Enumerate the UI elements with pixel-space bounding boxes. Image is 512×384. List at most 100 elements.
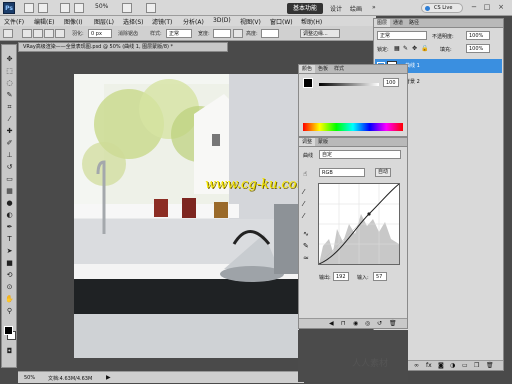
eyedropper-black-icon[interactable]: ⁄ — [303, 188, 304, 196]
menu-view[interactable]: 视图(V) — [240, 17, 261, 26]
group-icon[interactable]: ▭ — [462, 362, 468, 369]
blend-mode-select[interactable]: 正常 — [377, 31, 427, 40]
return-to-list-icon[interactable]: ◀ — [329, 320, 334, 327]
shape-tool-icon[interactable]: ■ — [5, 259, 14, 268]
output-input[interactable]: 192 — [333, 272, 349, 281]
lock-transparent-icon[interactable]: ▦ — [394, 45, 400, 52]
feather-input[interactable]: 0 px — [88, 29, 112, 38]
lasso-tool-icon[interactable]: ◌ — [5, 79, 14, 88]
zoom-tool-icon-left[interactable]: ⚲ — [5, 307, 14, 316]
menu-help[interactable]: 帮助(H) — [301, 17, 322, 26]
workspace-essentials-button[interactable]: 基本功能 — [287, 3, 323, 14]
add-selection-icon[interactable] — [33, 29, 43, 38]
tab-adjustments[interactable]: 调整 — [299, 138, 316, 146]
link-layers-icon[interactable]: ∞ — [414, 362, 419, 369]
3d-rotate-tool-icon[interactable]: ⟲ — [5, 271, 14, 280]
zoom-tool-icon[interactable] — [74, 3, 84, 13]
color-spectrum[interactable] — [303, 123, 403, 131]
eraser-tool-icon[interactable]: ▭ — [5, 175, 14, 184]
zoom-level[interactable]: 50% — [95, 3, 108, 10]
tab-channels[interactable]: 通道 — [390, 19, 406, 27]
refine-edge-button[interactable]: 调整边缘... — [300, 29, 340, 38]
cs-live-button[interactable]: CS Live — [421, 3, 463, 13]
reset-icon[interactable]: ↺ — [377, 320, 382, 327]
tab-paths[interactable]: 路径 — [406, 19, 422, 27]
tab-swatches[interactable]: 色板 — [315, 65, 331, 73]
on-image-adjust-icon[interactable]: ☝ — [303, 170, 307, 178]
curves-preset-select[interactable]: 自定 — [319, 150, 401, 159]
auto-button[interactable]: 自动 — [375, 168, 392, 177]
clip-layer-icon[interactable]: ⊓ — [341, 320, 346, 327]
layer-style-icon[interactable]: fx — [426, 362, 432, 369]
input-input[interactable]: 57 — [373, 272, 387, 281]
hand-icon[interactable] — [60, 3, 70, 13]
foreground-color-swatch[interactable] — [4, 326, 13, 335]
screen-mode-icon[interactable] — [146, 3, 156, 13]
workspace-more[interactable]: » — [372, 4, 376, 11]
3d-orbit-tool-icon[interactable]: ⊙ — [5, 283, 14, 292]
add-mask-icon[interactable]: ◙ — [438, 362, 444, 369]
healing-brush-tool-icon[interactable]: ✚ — [5, 127, 14, 136]
tab-styles[interactable]: 样式 — [331, 65, 347, 73]
minimize-icon[interactable]: − — [469, 2, 479, 12]
dodge-tool-icon[interactable]: ◐ — [5, 211, 14, 220]
close-icon[interactable]: × — [496, 2, 506, 12]
pen-tool-icon[interactable]: ✒ — [5, 223, 14, 232]
minibridge-icon[interactable] — [38, 3, 48, 13]
clone-stamp-tool-icon[interactable]: ⊥ — [5, 151, 14, 160]
menu-analysis[interactable]: 分析(A) — [183, 17, 204, 26]
style-select[interactable]: 正常 — [166, 29, 192, 38]
path-selection-tool-icon[interactable]: ➤ — [5, 247, 14, 256]
width-input[interactable] — [213, 29, 231, 38]
color-value-input[interactable]: 100 — [383, 78, 399, 87]
gradient-tool-icon[interactable]: ▦ — [5, 187, 14, 196]
document-canvas[interactable] — [74, 74, 299, 358]
marquee-tool-icon[interactable]: ⬚ — [5, 67, 14, 76]
channel-select[interactable]: RGB — [319, 168, 365, 177]
menu-3d[interactable]: 3D(D) — [213, 17, 231, 24]
height-input[interactable] — [261, 29, 279, 38]
tool-preset-icon[interactable] — [3, 29, 13, 38]
menu-select[interactable]: 选择(S) — [123, 17, 144, 26]
lock-pixels-icon[interactable]: ✎ — [403, 45, 408, 52]
intersect-selection-icon[interactable] — [55, 29, 65, 38]
status-menu-arrow-icon[interactable]: ▶ — [106, 374, 111, 381]
tab-color[interactable]: 颜色 — [299, 65, 316, 73]
type-tool-icon[interactable]: T — [5, 235, 14, 244]
brush-tool-icon[interactable]: ✐ — [5, 139, 14, 148]
pencil-curve-icon[interactable]: ✎ — [303, 242, 309, 250]
new-selection-icon[interactable] — [22, 29, 32, 38]
hand-tool-icon[interactable]: ✋ — [5, 295, 14, 304]
menu-edit[interactable]: 编辑(E) — [34, 17, 54, 26]
lock-position-icon[interactable]: ✥ — [412, 45, 417, 52]
smooth-curve-icon[interactable]: ≈ — [303, 254, 309, 262]
opacity-input[interactable]: 100% — [466, 31, 490, 40]
menu-file[interactable]: 文件(F) — [4, 17, 24, 26]
curve-point-tool-icon[interactable]: ∿ — [303, 230, 309, 238]
quick-select-tool-icon[interactable]: ✎ — [5, 91, 14, 100]
quick-mask-icon[interactable]: ◘ — [5, 347, 14, 356]
eyedropper-tool-icon[interactable]: ⁄ — [5, 115, 14, 124]
document-tab[interactable]: VRay高级渲染——全景表现图.psd @ 50% (曲线 1, 图层蒙版/8)… — [18, 42, 228, 52]
eyedropper-gray-icon[interactable]: ⁄ — [303, 200, 304, 208]
fill-input[interactable]: 100% — [466, 44, 490, 53]
tab-layers[interactable]: 图层 — [374, 19, 391, 27]
menu-layer[interactable]: 图层(L) — [94, 17, 114, 26]
new-layer-icon[interactable]: ❐ — [474, 362, 479, 369]
workspace-paint[interactable]: 绘画 — [350, 4, 362, 13]
eyedropper-white-icon[interactable]: ⁄ — [303, 212, 304, 220]
delete-layer-icon[interactable]: 🗑 — [486, 362, 494, 369]
menu-filter[interactable]: 滤镜(T) — [152, 17, 172, 26]
antialias-checkbox[interactable]: 消除锯齿 — [118, 30, 138, 37]
adjustment-layer-icon[interactable]: ◑ — [450, 362, 455, 369]
menu-image[interactable]: 图像(I) — [64, 17, 82, 26]
history-brush-tool-icon[interactable]: ↺ — [5, 163, 14, 172]
move-tool-icon[interactable]: ✥ — [5, 55, 14, 64]
blur-tool-icon[interactable]: ● — [5, 199, 14, 208]
delete-adjustment-icon[interactable]: 🗑 — [389, 320, 397, 327]
swap-dimensions-icon[interactable] — [233, 29, 243, 38]
tab-masks[interactable]: 蒙版 — [315, 138, 331, 146]
status-zoom[interactable]: 50% — [24, 375, 35, 381]
menu-window[interactable]: 窗口(W) — [270, 17, 293, 26]
bridge-icon[interactable] — [24, 3, 34, 13]
